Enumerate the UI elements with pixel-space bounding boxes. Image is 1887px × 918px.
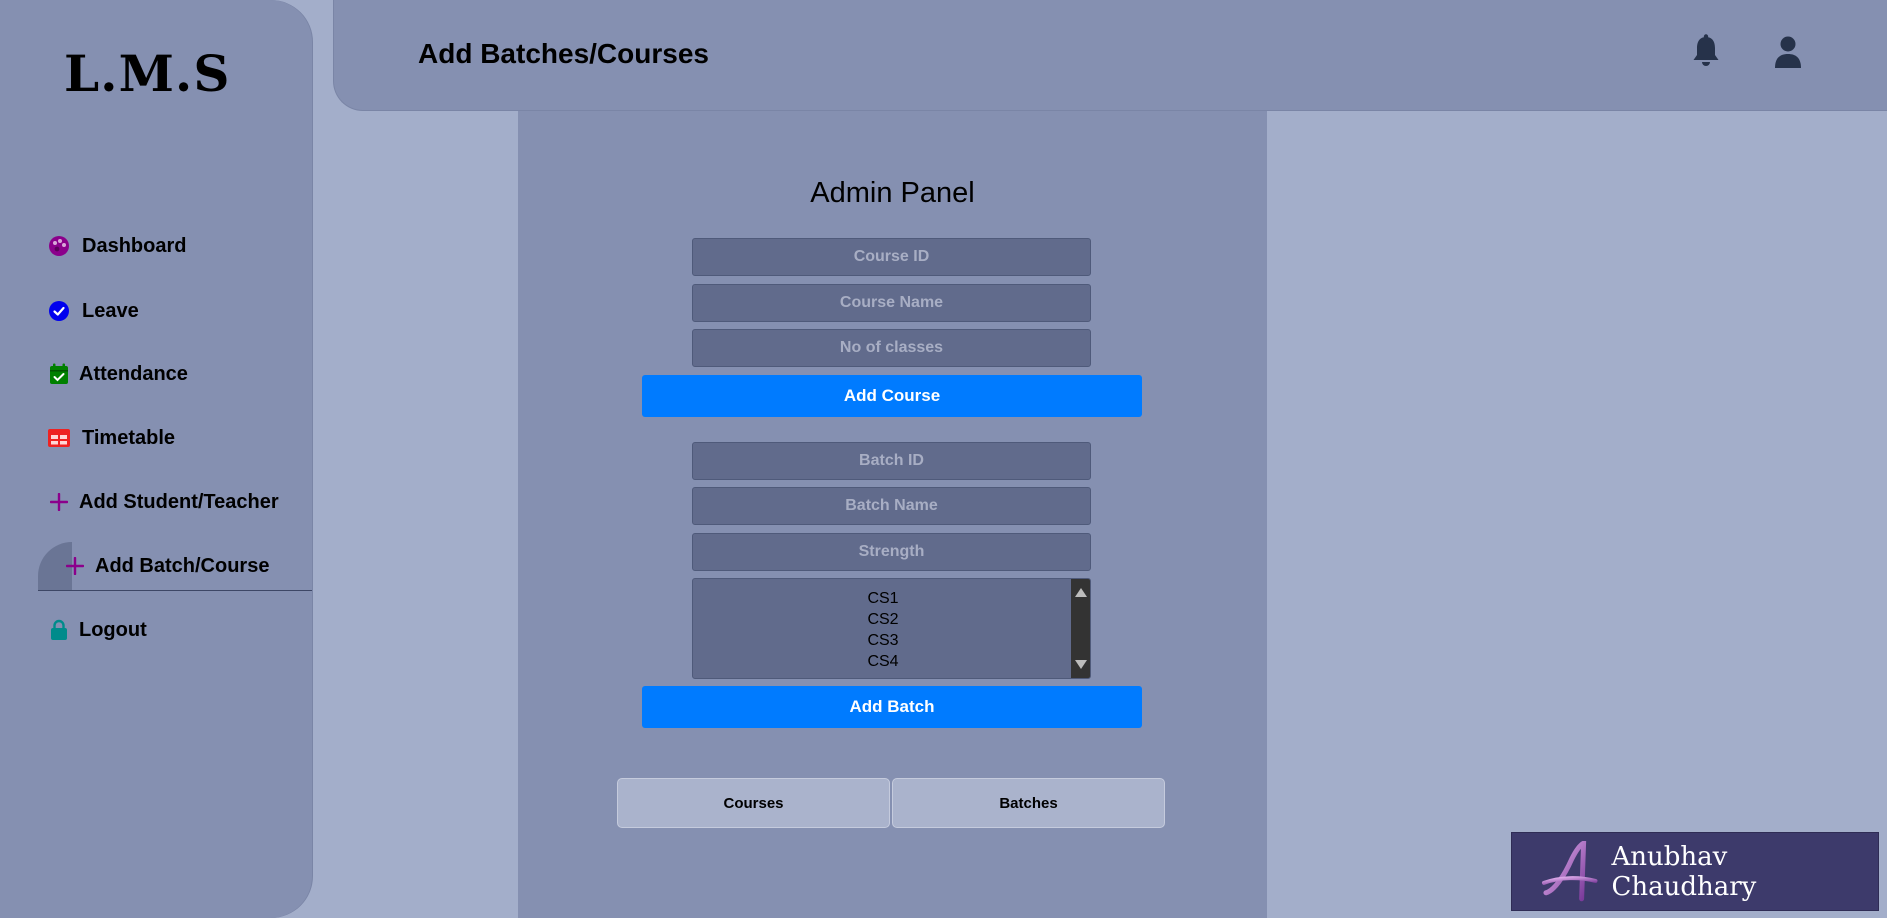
page-title: Add Batches/Courses — [418, 38, 709, 69]
course-option[interactable]: CS4 — [693, 651, 1073, 672]
author-name: Anubhav Chaudhary — [1611, 841, 1757, 902]
top-bar: Add Batches/Courses — [333, 0, 1887, 111]
no-of-classes-input[interactable] — [692, 329, 1091, 367]
scroll-down-arrow-icon[interactable] — [1075, 660, 1087, 669]
sidebar: L.M.S Dashboard Leave Attendance Timetab… — [0, 0, 312, 918]
admin-panel: Admin Panel Add Course CS1 CS2 CS3 CS4 A… — [518, 111, 1267, 918]
plus-icon — [48, 491, 70, 513]
sidebar-item-add-student-teacher[interactable]: Add Student/Teacher — [48, 484, 279, 520]
sidebar-item-label: Attendance — [79, 362, 188, 385]
calendar-check-icon — [48, 363, 70, 385]
add-course-button[interactable]: Add Course — [642, 375, 1142, 417]
batch-id-input[interactable] — [692, 442, 1091, 480]
course-name-input[interactable] — [692, 284, 1091, 322]
sidebar-item-add-batch-course[interactable]: Add Batch/Course — [64, 548, 269, 584]
sidebar-item-label: Dashboard — [82, 234, 187, 257]
list-scrollbar[interactable] — [1071, 579, 1090, 678]
user-icon[interactable] — [1772, 34, 1804, 70]
course-option[interactable]: CS3 — [693, 630, 1073, 651]
signature-logo-icon — [1541, 840, 1598, 901]
sidebar-item-label: Timetable — [82, 426, 175, 449]
lock-icon — [48, 619, 70, 641]
sidebar-item-leave[interactable]: Leave — [48, 293, 139, 329]
sidebar-item-label: Logout — [79, 618, 147, 641]
course-option[interactable]: CS1 — [693, 588, 1073, 609]
sidebar-item-label: Add Batch/Course — [95, 554, 270, 577]
author-watermark: Anubhav Chaudhary — [1511, 832, 1879, 911]
sidebar-item-timetable[interactable]: Timetable — [48, 420, 175, 456]
batches-button[interactable]: Batches — [892, 778, 1165, 828]
app-logo: L.M.S — [64, 44, 231, 103]
course-id-input[interactable] — [692, 238, 1091, 276]
course-option[interactable]: CS2 — [693, 609, 1073, 630]
sidebar-item-logout[interactable]: Logout — [48, 612, 147, 648]
scroll-up-arrow-icon[interactable] — [1075, 588, 1087, 597]
sidebar-item-dashboard[interactable]: Dashboard — [48, 228, 186, 264]
sidebar-item-attendance[interactable]: Attendance — [48, 356, 188, 392]
bell-icon[interactable] — [1690, 34, 1722, 70]
batch-name-input[interactable] — [692, 487, 1091, 525]
palette-icon — [48, 235, 70, 257]
panel-title: Admin Panel — [810, 177, 975, 209]
sidebar-item-label: Leave — [82, 299, 139, 322]
plus-icon — [64, 555, 86, 577]
courses-button[interactable]: Courses — [617, 778, 890, 828]
table-icon — [48, 427, 70, 449]
add-batch-button[interactable]: Add Batch — [642, 686, 1142, 728]
sidebar-item-label: Add Student/Teacher — [79, 490, 279, 513]
check-circle-icon — [48, 300, 70, 322]
course-select-list[interactable]: CS1 CS2 CS3 CS4 — [692, 578, 1091, 679]
course-options: CS1 CS2 CS3 CS4 — [693, 588, 1073, 672]
strength-input[interactable] — [692, 533, 1091, 571]
